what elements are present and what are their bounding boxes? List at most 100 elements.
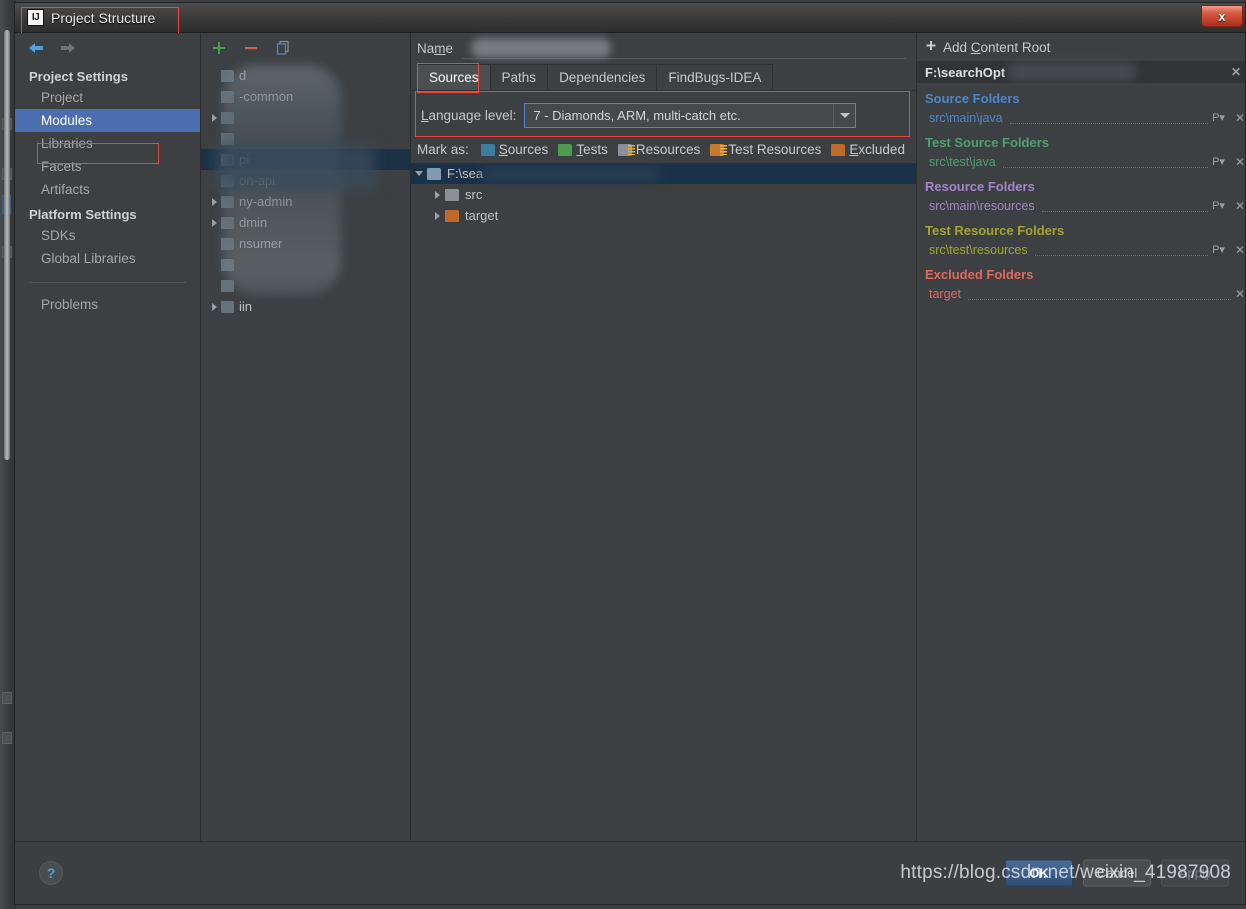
list-item[interactable]: iin (201, 296, 410, 317)
module-icon (221, 174, 234, 187)
sidebar-item-project[interactable]: Project (15, 86, 200, 109)
sidebar-item-global-libraries[interactable]: Global Libraries (15, 247, 200, 270)
copy-module-icon[interactable] (275, 40, 291, 56)
list-item[interactable]: nsumer (201, 233, 410, 254)
package-prefix-icon[interactable]: P▾ (1212, 243, 1225, 256)
back-arrow-icon[interactable] (27, 40, 45, 56)
folder-test-resources-icon (710, 143, 728, 156)
package-prefix-icon[interactable]: P▾ (1212, 155, 1225, 168)
module-label: on-api (239, 173, 276, 188)
mark-as-tests-button[interactable]: Tests (558, 142, 608, 157)
collapse-twisty[interactable] (411, 171, 427, 176)
list-item[interactable]: -common (201, 86, 410, 107)
language-level-section: Language level: 7 - Diamonds, ARM, multi… (415, 91, 910, 138)
tree-row-src[interactable]: src (411, 184, 916, 205)
cancel-button[interactable]: Cancel (1083, 859, 1151, 887)
tab-dependencies[interactable]: Dependencies (547, 64, 658, 90)
dialog-title-bar: IJ Project Structure x (15, 3, 1245, 35)
tree-row-content-root[interactable]: F:\sea (411, 163, 916, 184)
mark-as-sources-button[interactable]: Sources (480, 142, 548, 157)
project-structure-dialog: IJ Project Structure x Project Settings … (14, 2, 1246, 905)
module-name-input[interactable] (461, 37, 906, 59)
expand-twisty[interactable] (429, 190, 445, 199)
language-level-label: Language level: (421, 108, 517, 123)
list-item[interactable]: d (201, 65, 410, 86)
remove-folder-icon[interactable]: ✕ (1235, 199, 1245, 213)
package-prefix-icon[interactable]: P▾ (1212, 111, 1225, 124)
add-content-root-button[interactable]: Add Content Root (917, 33, 1245, 61)
expand-twisty[interactable] (207, 302, 221, 311)
content-root-tree: F:\sea src target (411, 163, 916, 841)
expand-twisty[interactable] (429, 211, 445, 220)
module-label: pi (239, 152, 250, 167)
tab-findbugs-idea[interactable]: FindBugs-IDEA (656, 64, 774, 90)
list-item[interactable] (201, 107, 410, 128)
nav-arrows (15, 33, 200, 63)
list-item[interactable] (201, 128, 410, 149)
mark-as-resources-label: Resources (635, 142, 701, 157)
editor-tabs: Sources Paths Dependencies FindBugs-IDEA (411, 63, 916, 93)
close-button[interactable]: x (1201, 5, 1243, 27)
bg-marker (2, 692, 12, 704)
name-row: Name (411, 33, 916, 63)
list-item[interactable]: pi (201, 149, 410, 170)
folder-row[interactable]: src\main\java P▾ ✕ (917, 108, 1245, 127)
remove-content-root-icon[interactable]: ✕ (1231, 65, 1241, 79)
folder-row[interactable]: src\test\resources P▾ ✕ (917, 240, 1245, 259)
mark-as-row: Mark as: Sources Tests Resources Test Re… (411, 138, 916, 163)
list-item[interactable] (201, 254, 410, 275)
leader-dots (1041, 211, 1209, 212)
help-button[interactable]: ? (39, 861, 63, 885)
module-editor-panel: Name Sources Paths Dependencies FindBugs… (411, 33, 917, 841)
ok-button[interactable]: OK (1005, 859, 1073, 887)
remove-folder-icon[interactable]: ✕ (1235, 155, 1245, 169)
forward-arrow-icon (59, 40, 77, 56)
folder-icon (445, 188, 459, 201)
mark-as-test-resources-button[interactable]: Test Resources (710, 142, 821, 157)
module-label: iin (239, 299, 253, 314)
folder-row[interactable]: target ✕ (917, 284, 1245, 303)
chevron-down-icon[interactable] (833, 104, 855, 127)
folder-path: src\test\java (929, 154, 996, 169)
dialog-footer: ? OK Cancel Apply https://blog.csdn.net/… (15, 842, 1245, 904)
modules-panel: d -common pi on-api ny-admin dmin nsumer… (201, 33, 411, 841)
tab-sources[interactable]: Sources (417, 64, 491, 90)
language-level-select[interactable]: 7 - Diamonds, ARM, multi-catch etc. (524, 103, 857, 128)
group-resource-folders: Resource Folders src\main\resources P▾ ✕ (917, 179, 1245, 215)
add-module-icon[interactable] (211, 40, 227, 56)
tree-row-target[interactable]: target (411, 205, 916, 226)
sidebar-item-libraries[interactable]: Libraries (15, 132, 200, 155)
mark-as-excluded-button[interactable]: Excluded (831, 142, 905, 157)
module-label: nsumer (239, 236, 283, 251)
group-test-resource-folders: Test Resource Folders src\test\resources… (917, 223, 1245, 259)
list-item[interactable] (201, 275, 410, 296)
list-item[interactable]: dmin (201, 212, 410, 233)
module-icon (221, 132, 234, 145)
module-icon (221, 300, 234, 313)
list-item[interactable]: ny-admin (201, 191, 410, 212)
modules-toolbar (201, 33, 410, 63)
sidebar-item-modules[interactable]: Modules (15, 109, 200, 132)
remove-module-icon[interactable] (243, 40, 259, 56)
module-icon (221, 111, 234, 124)
sidebar-item-facets[interactable]: Facets (15, 155, 200, 178)
remove-folder-icon[interactable]: ✕ (1235, 111, 1245, 125)
folder-row[interactable]: src\main\resources P▾ ✕ (917, 196, 1245, 215)
expand-twisty[interactable] (207, 218, 221, 227)
sidebar-item-sdks[interactable]: SDKs (15, 224, 200, 247)
remove-folder-icon[interactable]: ✕ (1235, 243, 1245, 257)
sidebar-item-artifacts[interactable]: Artifacts (15, 178, 200, 201)
tab-paths[interactable]: Paths (489, 64, 549, 90)
sidebar-item-problems[interactable]: Problems (15, 293, 200, 316)
expand-twisty[interactable] (207, 113, 221, 122)
folder-row[interactable]: src\test\java P▾ ✕ (917, 152, 1245, 171)
mark-as-resources-button[interactable]: Resources (617, 142, 701, 157)
group-source-folders: Source Folders src\main\java P▾ ✕ (917, 91, 1245, 127)
remove-folder-icon[interactable]: ✕ (1235, 287, 1245, 301)
dialog-body: Project Settings Project Modules Librari… (15, 33, 1245, 842)
list-item[interactable]: on-api (201, 170, 410, 191)
leader-dots (1002, 167, 1209, 168)
expand-twisty[interactable] (207, 197, 221, 206)
package-prefix-icon[interactable]: P▾ (1212, 199, 1225, 212)
language-level-value: 7 - Diamonds, ARM, multi-catch etc. (533, 108, 741, 123)
